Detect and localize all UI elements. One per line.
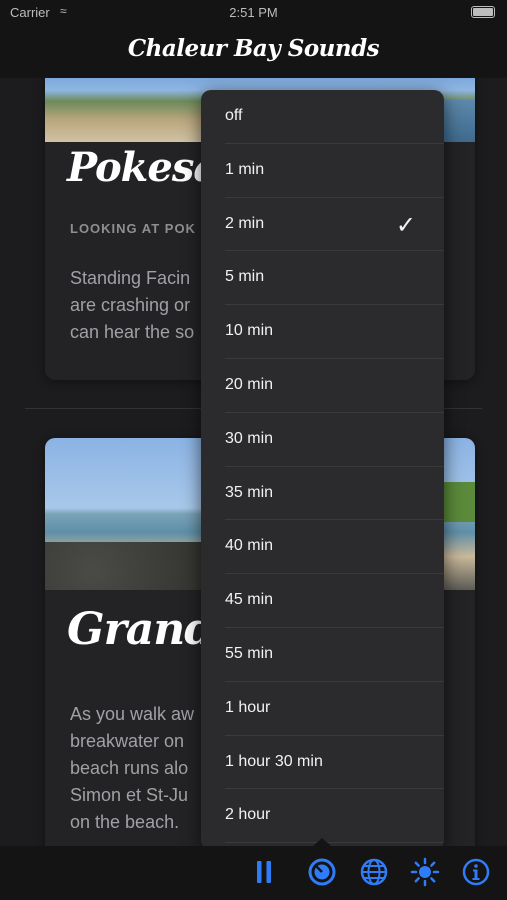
timer-option-label: 1 min [225, 160, 265, 178]
timer-option-label: off [225, 107, 243, 124]
timer-option[interactable]: 35 min [225, 467, 444, 521]
timer-option[interactable]: 2 hour [225, 789, 444, 844]
brightness-icon [410, 857, 440, 887]
timer-option[interactable]: 40 min [225, 520, 444, 575]
timer-option-label: 55 min [225, 644, 274, 662]
timer-option-label: 40 min [225, 537, 274, 555]
language-button[interactable] [356, 854, 392, 890]
timer-option[interactable]: 45 min [225, 574, 444, 628]
timer-option-label: 30 min [225, 429, 274, 447]
timer-option[interactable]: 1 min [225, 144, 444, 198]
status-time: 2:51 PM [229, 5, 278, 20]
globe-icon [360, 858, 388, 886]
card-subtitle: LOOKING AT POK [70, 221, 196, 236]
menu-pointer [313, 838, 331, 846]
timer-option-label: 35 min [225, 483, 274, 501]
brightness-button[interactable] [407, 854, 443, 890]
info-button[interactable] [458, 854, 494, 890]
timer-option-label: 20 min [225, 375, 274, 393]
status-bar: Carrier ≈ 2:51 PM [0, 0, 507, 24]
app-title: Chaleur Bay Sounds [127, 35, 380, 62]
timer-option-label: 45 min [225, 591, 274, 609]
battery-icon [471, 6, 495, 18]
timer-option[interactable]: off [225, 90, 444, 144]
pause-icon [257, 861, 271, 883]
timer-option[interactable]: 1 hour 30 min [225, 736, 444, 790]
timer-option-label: 2 hour [225, 806, 271, 824]
timer-option[interactable]: 2 min ✓ [225, 198, 444, 252]
timer-option[interactable]: 30 min [225, 413, 444, 467]
timer-option-label: 10 min [225, 322, 274, 340]
navigation-bar: Chaleur Bay Sounds [0, 24, 507, 78]
info-icon [462, 858, 490, 886]
timer-option-label: 1 hour [225, 698, 271, 716]
timer-option-label: 2 min [225, 214, 265, 232]
timer-dropdown-menu[interactable]: off 1 min 2 min ✓ 5 min 10 min 20 min 30 … [201, 90, 444, 850]
timer-option[interactable]: 55 min [225, 628, 444, 682]
pause-button[interactable] [246, 854, 282, 890]
timer-button[interactable] [304, 854, 340, 890]
checkmark-icon: ✓ [395, 211, 416, 239]
tab-bar [0, 838, 507, 900]
timer-option[interactable]: 20 min [225, 359, 444, 413]
timer-option-label: 5 min [225, 268, 265, 286]
timer-option[interactable]: 5 min [225, 251, 444, 306]
timer-icon [308, 858, 336, 886]
timer-option[interactable]: 1 hour [225, 682, 444, 736]
timer-option[interactable]: 10 min [225, 305, 444, 359]
timer-option-label: 1 hour 30 min [225, 752, 323, 770]
